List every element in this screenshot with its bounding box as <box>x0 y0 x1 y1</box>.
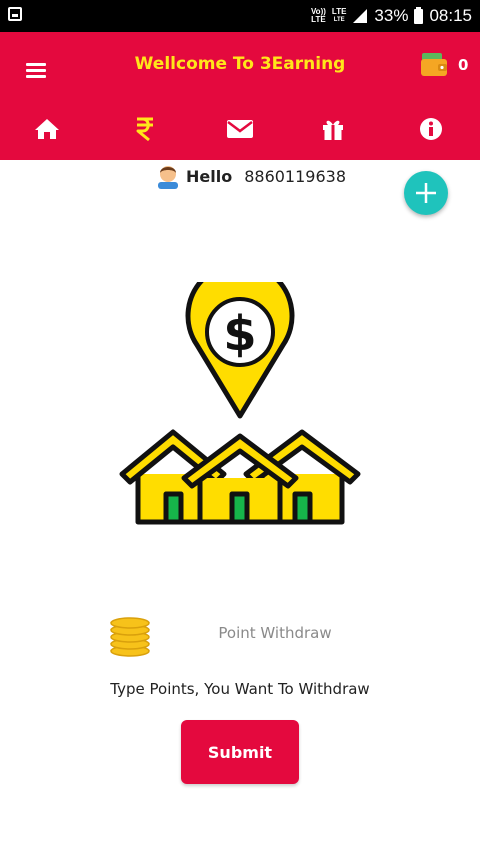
hamburger-menu-icon[interactable] <box>26 60 46 81</box>
app-header: Wellcome To 3Earning 0 <box>0 32 480 160</box>
signal-icon <box>353 9 368 23</box>
network-indicator: LTE LTE <box>331 7 347 24</box>
user-greeting: Hello 8860119638 <box>156 163 346 189</box>
point-withdraw-input[interactable] <box>190 616 360 650</box>
svg-text:$: $ <box>223 306 256 362</box>
battery-icon <box>414 6 424 24</box>
withdraw-hint: Type Points, You Want To Withdraw <box>110 680 370 698</box>
nav-bar <box>0 104 480 152</box>
wallet-balance: 0 <box>458 56 469 74</box>
app-title: Wellcome To 3Earning <box>134 54 346 74</box>
greeting-label: Hello <box>186 166 233 186</box>
info-icon[interactable] <box>414 114 448 144</box>
coins-icon <box>110 617 150 657</box>
submit-button[interactable]: Submit <box>181 720 299 784</box>
mail-icon[interactable] <box>223 114 257 144</box>
clock: 08:15 <box>429 6 472 25</box>
user-avatar-icon <box>158 166 178 189</box>
volte-indicator: Vo)) LTE <box>310 7 326 24</box>
battery-percent: 33% <box>374 6 409 25</box>
add-button[interactable] <box>404 171 448 215</box>
wallet-icon[interactable] <box>420 51 448 77</box>
user-phone: 8860119638 <box>244 166 346 186</box>
rupee-icon[interactable] <box>128 114 162 144</box>
gift-icon[interactable] <box>316 114 350 144</box>
screenshot-notification-icon <box>8 7 22 21</box>
houses-money-illustration: $ <box>119 282 361 525</box>
plus-icon <box>416 183 436 203</box>
home-icon[interactable] <box>30 114 64 144</box>
status-bar: Vo)) LTE LTE LTE 33% 08:15 <box>0 0 480 32</box>
status-bar-right: Vo)) LTE LTE LTE 33% 08:15 <box>311 0 472 32</box>
